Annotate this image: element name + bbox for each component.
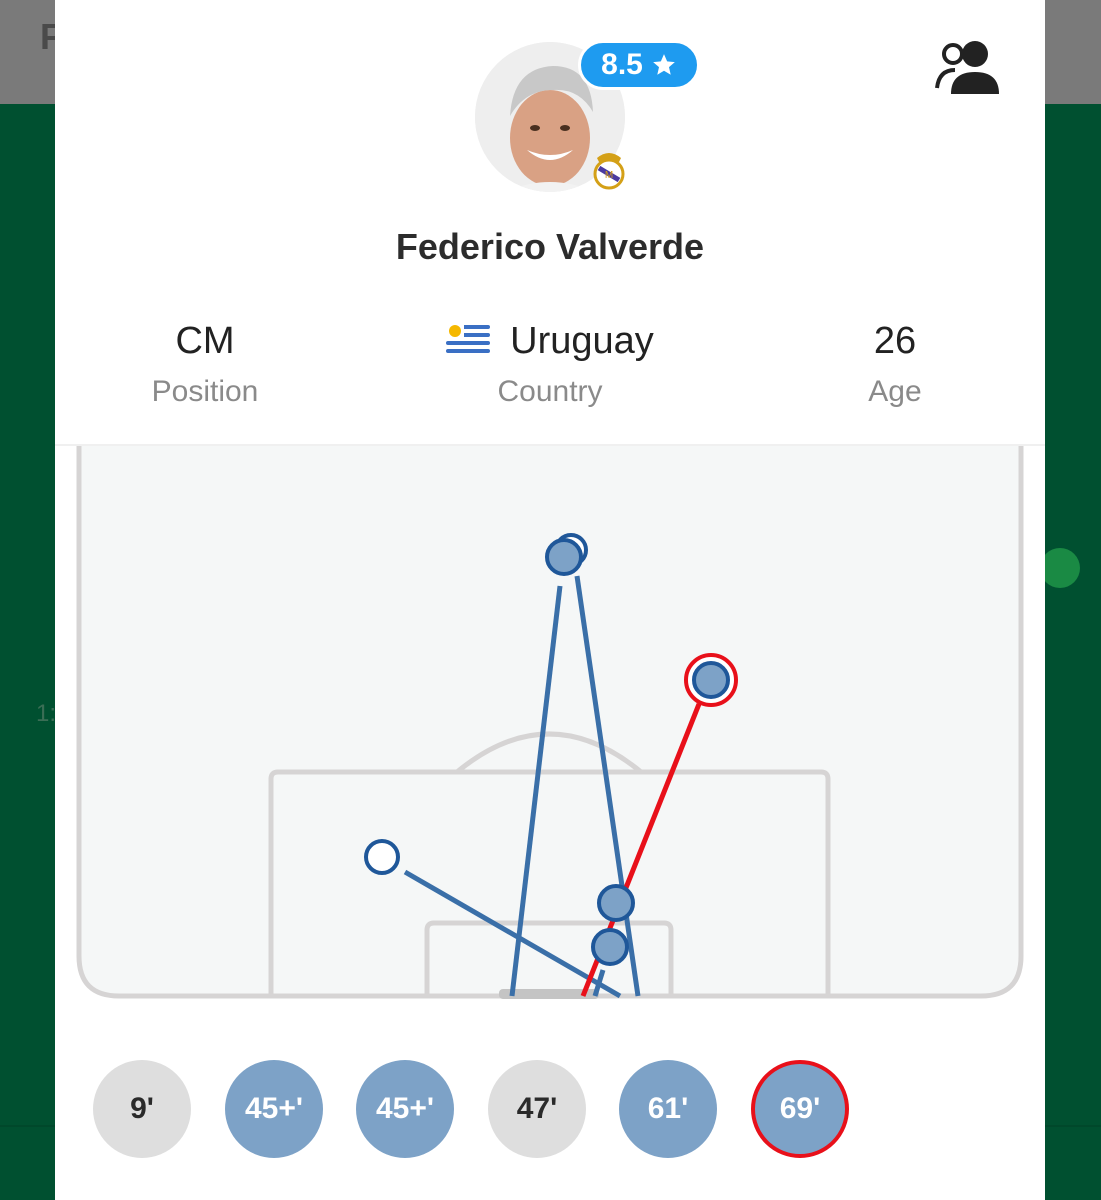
svg-text:M: M <box>605 170 613 181</box>
minute-chip-5[interactable]: 61' <box>619 1060 717 1158</box>
player-rating-badge: 8.5 <box>578 40 700 90</box>
uruguay-flag-icon <box>446 323 491 353</box>
position-label: Position <box>151 375 259 408</box>
minute-chip-2[interactable]: 45+' <box>225 1060 323 1158</box>
shot-marker-45b-end[interactable] <box>597 884 635 922</box>
country-stat: Uruguay Country <box>395 318 705 412</box>
background-indicator-dot <box>1040 548 1080 588</box>
background-side-number: 1: <box>36 700 57 727</box>
minute-chip-6[interactable]: 69' <box>751 1060 849 1158</box>
position-value: CM <box>175 320 235 362</box>
age-label: Age <box>868 375 922 408</box>
age-stat: 26 Age <box>795 318 995 412</box>
shot-marker-61[interactable] <box>591 928 629 966</box>
pitch-boundary <box>76 446 1024 999</box>
country-label: Country <box>497 375 603 408</box>
age-value: 26 <box>873 320 917 362</box>
country-value: Uruguay <box>510 320 654 362</box>
shot-minute-selector: 9' 45+' 45+' 47' 61' 69' <box>93 1060 993 1160</box>
player-card: M 8.5 Federico Valverde CM Position Urug… <box>55 0 1045 1200</box>
shot-map[interactable] <box>55 446 1045 1036</box>
minute-chip-1[interactable]: 9' <box>93 1060 191 1158</box>
position-stat: CM Position <box>95 318 315 412</box>
player-rating-value: 8.5 <box>601 48 643 81</box>
minute-chip-4[interactable]: 47' <box>488 1060 586 1158</box>
player-profile-icon[interactable] <box>933 38 1003 98</box>
star-icon <box>653 54 675 75</box>
shot-marker-9[interactable] <box>364 839 400 875</box>
player-name: Federico Valverde <box>395 226 705 267</box>
minute-chip-3[interactable]: 45+' <box>356 1060 454 1158</box>
real-madrid-crest-icon: M <box>593 153 625 190</box>
shot-marker-45a[interactable] <box>545 538 583 576</box>
shot-marker-69[interactable] <box>692 661 730 699</box>
